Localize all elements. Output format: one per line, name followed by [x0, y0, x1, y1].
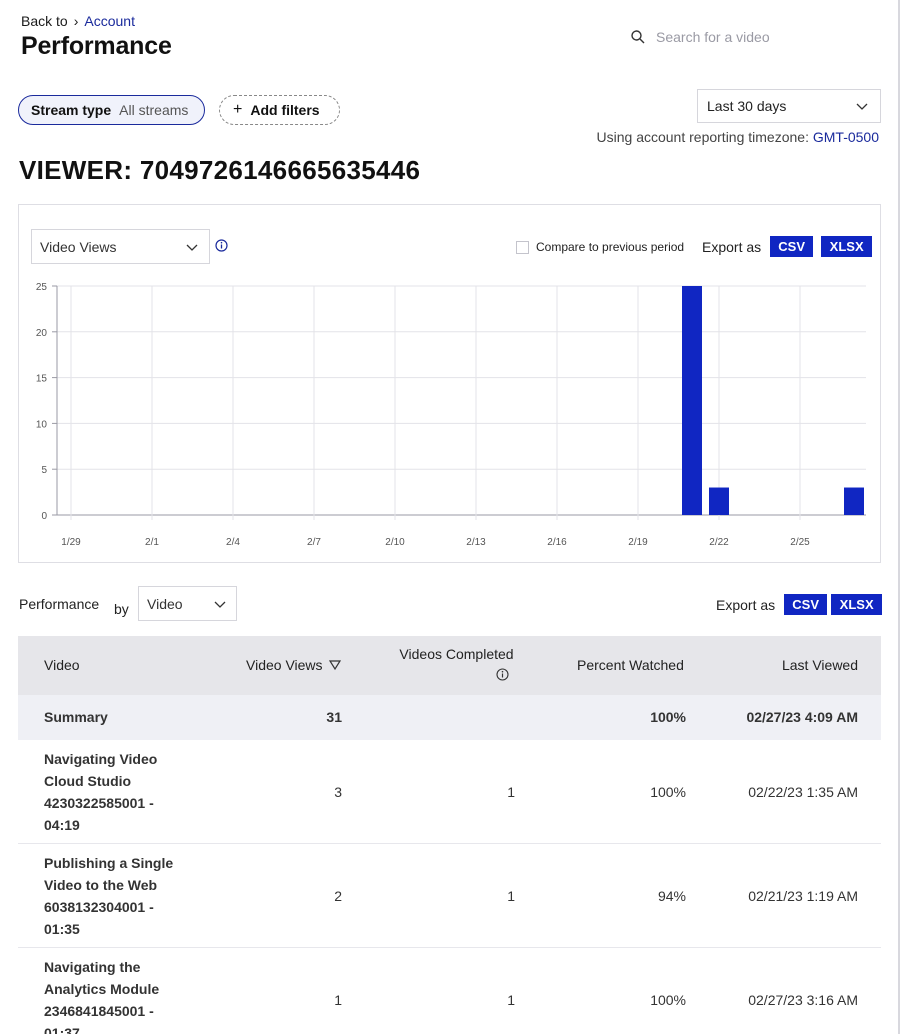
search-bar[interactable]	[630, 26, 830, 48]
y-tick-label: 5	[41, 465, 47, 476]
bar-chart: 0 5 10 15 20 25 1/29 2/1 2/4 2/7 2/10 2/13 2/16 2/19 2…	[36, 282, 866, 548]
videos-completed: 1	[507, 784, 515, 800]
col-video-views[interactable]: Video Views	[246, 657, 341, 673]
timezone-text: Using account reporting timezone:	[596, 129, 809, 145]
summary-percent: 100%	[650, 709, 686, 725]
breadcrumb-chevron-icon: ›	[73, 13, 79, 29]
videos-completed: 1	[507, 888, 515, 904]
video-name[interactable]: Navigating the Analytics Module 23468418…	[44, 956, 184, 1034]
info-icon[interactable]	[496, 668, 509, 681]
timezone-info: Using account reporting timezone: GMT-05…	[597, 129, 879, 145]
summary-views: 31	[326, 709, 342, 725]
header: Back to › Account Performance	[0, 0, 898, 73]
account-link[interactable]: Account	[84, 13, 135, 29]
y-tick-label: 0	[41, 511, 47, 522]
stream-type-label: Stream type	[31, 102, 112, 118]
timezone-link[interactable]: GMT-0500	[813, 129, 879, 145]
video-name[interactable]: Navigating Video Cloud Studio 4230322585…	[44, 748, 184, 836]
plus-icon: +	[233, 101, 243, 118]
chart-panel: Video Views Compare to previous period E…	[18, 204, 881, 563]
breadcrumb: Back to › Account	[21, 13, 135, 29]
table-row[interactable]: Publishing a Single Video to the Web 603…	[18, 844, 881, 948]
video-name-line: Navigating Video	[44, 751, 158, 767]
table-row[interactable]: Navigating Video Cloud Studio 4230322585…	[18, 740, 881, 844]
date-range-value: Last 30 days	[707, 98, 787, 114]
viewer-title: VIEWER: 7049726146665635446	[19, 155, 421, 185]
video-name-line: 6038132304001 -	[44, 899, 154, 915]
videos-completed: 1	[507, 992, 515, 1008]
video-name-line: Cloud Studio	[44, 773, 132, 789]
video-views: 1	[334, 992, 342, 1008]
y-tick-label: 10	[36, 419, 48, 430]
bar	[709, 487, 729, 515]
stream-type-filter[interactable]: Stream type All streams	[18, 95, 205, 125]
video-name-line: Navigating the	[44, 959, 141, 975]
video-name-line: Analytics Module	[44, 981, 160, 997]
export-csv-button[interactable]: CSV	[784, 594, 828, 615]
x-tick-label: 2/10	[385, 537, 405, 548]
col-videos-completed[interactable]: Videos Completed	[398, 646, 515, 662]
last-viewed: 02/27/23 3:16 AM	[748, 992, 858, 1008]
search-input[interactable]	[656, 29, 826, 45]
x-tick-label: 2/4	[226, 537, 240, 548]
bar	[682, 286, 702, 515]
y-tick-label: 15	[36, 374, 48, 385]
stream-type-value: All streams	[119, 102, 189, 118]
x-tick-label: 2/16	[547, 537, 567, 548]
chevron-down-icon	[214, 601, 226, 608]
percent-watched: 94%	[657, 888, 686, 904]
video-views: 2	[334, 888, 342, 904]
add-filters-label: Add filters	[250, 102, 320, 118]
video-name-line: 01:37	[44, 1025, 80, 1034]
x-tick-label: 2/19	[628, 537, 648, 548]
col-video[interactable]: Video	[44, 657, 80, 673]
page: Back to › Account Performance Stream type …	[0, 0, 898, 1034]
last-viewed: 02/22/23 1:35 AM	[748, 784, 858, 800]
date-range-select[interactable]: Last 30 days	[697, 89, 881, 123]
back-label: Back to	[21, 13, 68, 29]
chevron-down-icon	[856, 103, 868, 110]
x-tick-label: 1/29	[61, 537, 81, 548]
col-videos-completed-label: Videos Completed	[399, 646, 514, 662]
video-views: 3	[334, 784, 342, 800]
percent-watched: 100%	[650, 784, 686, 800]
search-icon	[631, 30, 645, 44]
summary-row: Summary 31 100% 02/27/23 4:09 AM	[18, 695, 881, 740]
summary-last-viewed: 02/27/23 4:09 AM	[746, 709, 858, 725]
video-name-line: Publishing a Single	[44, 855, 174, 871]
video-name-line: 04:19	[44, 817, 80, 833]
export-label: Export as	[716, 596, 776, 613]
sort-desc-icon	[328, 660, 341, 671]
page-title: Performance	[21, 32, 172, 60]
x-tick-label: 2/7	[307, 537, 321, 548]
y-tick-label: 20	[36, 328, 48, 339]
x-tick-label: 2/1	[145, 537, 159, 548]
col-percent-watched[interactable]: Percent Watched	[577, 657, 684, 673]
export-xlsx-button[interactable]: XLSX	[831, 594, 883, 615]
add-filters-button[interactable]: + Add filters	[219, 95, 340, 125]
dimension-select[interactable]: Video	[138, 586, 237, 621]
table-row[interactable]: Navigating the Analytics Module 23468418…	[18, 948, 881, 1034]
x-tick-label: 2/22	[709, 537, 729, 548]
last-viewed: 02/21/23 1:19 AM	[748, 888, 858, 904]
table-header: Video Video Views Videos Completed Perce…	[18, 636, 881, 695]
by-label: by	[114, 601, 129, 617]
performance-label: Performance	[19, 596, 100, 612]
bar	[844, 487, 864, 515]
summary-label: Summary	[44, 709, 108, 725]
video-name-line: 2346841845001 -	[44, 1003, 154, 1019]
percent-watched: 100%	[650, 992, 686, 1008]
col-video-views-label: Video Views	[246, 657, 323, 673]
x-tick-label: 2/13	[466, 537, 486, 548]
table-export: Export as CSV XLSX	[716, 594, 883, 615]
video-name-line: 4230322585001 -	[44, 795, 154, 811]
dimension-value: Video	[147, 595, 183, 612]
video-name-line: Video to the Web	[44, 877, 158, 893]
video-name-line: 01:35	[44, 921, 80, 937]
performance-table: Video Video Views Videos Completed Perce…	[18, 636, 881, 1034]
y-tick-label: 25	[36, 282, 48, 293]
x-tick-label: 2/25	[790, 537, 810, 548]
video-name[interactable]: Publishing a Single Video to the Web 603…	[44, 852, 184, 940]
col-last-viewed[interactable]: Last Viewed	[782, 657, 858, 673]
